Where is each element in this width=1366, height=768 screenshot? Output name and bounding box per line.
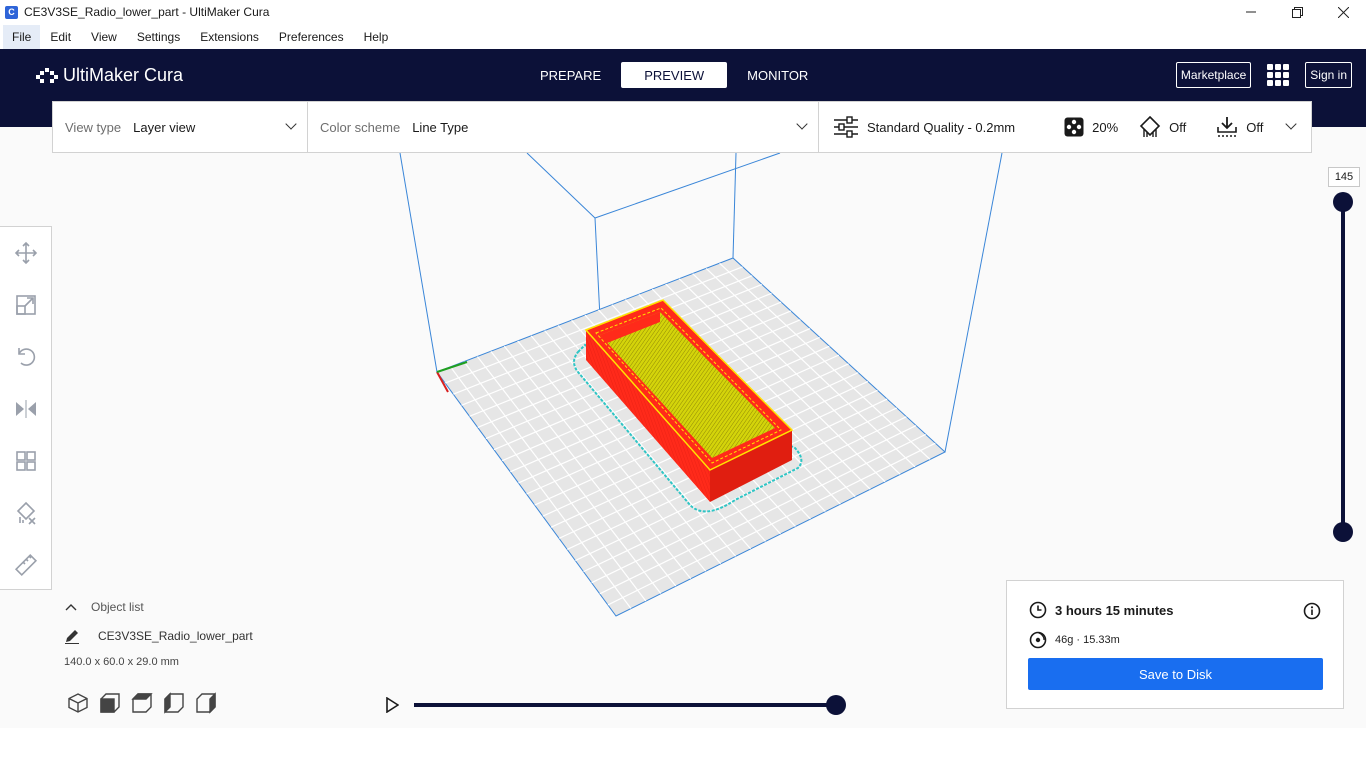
- 3d-view-icon: [68, 693, 88, 713]
- chevron-up-icon: [65, 604, 77, 611]
- top-view-button[interactable]: [128, 690, 156, 716]
- menu-help[interactable]: Help: [354, 25, 399, 49]
- marketplace-button[interactable]: Marketplace: [1175, 62, 1252, 88]
- top-view-icon: [131, 693, 153, 713]
- color-scheme-dropdown[interactable]: Color scheme Line Type: [308, 102, 819, 152]
- per-model-settings-button[interactable]: [0, 435, 52, 487]
- pencil-icon[interactable]: [64, 628, 80, 644]
- object-dimensions: 140.0 x 60.0 x 29.0 mm: [64, 656, 179, 668]
- view-type-label: View type: [65, 119, 122, 135]
- left-view-icon: [164, 692, 184, 714]
- measure-tool-button[interactable]: [0, 539, 52, 591]
- rotate-icon: [18, 348, 36, 366]
- ultimaker-logo: UltiMaker Cura: [36, 65, 183, 86]
- view-type-dropdown[interactable]: View type Layer view: [53, 102, 308, 152]
- restore-button[interactable]: [1274, 0, 1320, 24]
- right-view-button[interactable]: [192, 690, 220, 716]
- cura-app-icon: C: [5, 5, 18, 19]
- simulation-handle[interactable]: [826, 695, 846, 715]
- mirror-tool-button[interactable]: [0, 383, 52, 435]
- app-name: UltiMaker Cura: [63, 65, 184, 85]
- tab-monitor[interactable]: MONITOR: [727, 62, 828, 88]
- scale-icon: [16, 295, 36, 315]
- chevron-down-icon: [1285, 118, 1297, 130]
- front-view-button[interactable]: [96, 690, 124, 716]
- apps-grid-icon[interactable]: [1267, 64, 1290, 86]
- object-list-panel: Object list CE3V3SE_Radio_lower_part 140…: [64, 600, 253, 668]
- tool-sidebar: [0, 226, 52, 590]
- simulation-bar: [380, 692, 850, 718]
- right-view-icon: [196, 692, 216, 714]
- infill-icon: [1064, 117, 1084, 137]
- tab-preview[interactable]: PREVIEW: [621, 62, 728, 88]
- print-settings-selector[interactable]: Standard Quality - 0.2mm 20% Off Off: [819, 102, 1311, 152]
- camera-view-buttons: [64, 690, 224, 716]
- left-view-button[interactable]: [160, 690, 188, 716]
- move-tool-button[interactable]: [0, 227, 52, 279]
- object-name: CE3V3SE_Radio_lower_part: [98, 629, 253, 643]
- menu-edit[interactable]: Edit: [40, 25, 81, 49]
- chevron-down-icon: [285, 118, 297, 130]
- layer-upper-handle[interactable]: [1333, 192, 1353, 212]
- view-settings-bar: View type Layer view Color scheme Line T…: [52, 101, 1312, 153]
- info-icon[interactable]: [1303, 602, 1321, 620]
- adhesion-value: Off: [1246, 119, 1264, 135]
- support-blocker-button[interactable]: [0, 487, 52, 539]
- window-title-bar: C CE3V3SE_Radio_lower_part - UltiMaker C…: [0, 0, 1366, 24]
- close-icon: [1337, 6, 1349, 18]
- object-list-item[interactable]: CE3V3SE_Radio_lower_part: [64, 628, 253, 644]
- tab-prepare[interactable]: PREPARE: [520, 62, 621, 88]
- adhesion-icon: [1217, 117, 1238, 137]
- ruler-icon: [14, 553, 38, 577]
- per-model-settings-icon: [16, 451, 36, 471]
- menu-bar: File Edit View Settings Extensions Prefe…: [0, 25, 1366, 49]
- close-button[interactable]: [1320, 0, 1366, 24]
- spool-icon: [1029, 631, 1047, 649]
- layer-slider[interactable]: 145: [1326, 166, 1360, 546]
- material-usage: 46g · 15.33m: [1055, 634, 1120, 646]
- menu-extensions[interactable]: Extensions: [190, 25, 269, 49]
- window-title: CE3V3SE_Radio_lower_part - UltiMaker Cur…: [24, 5, 270, 19]
- print-time: 3 hours 15 minutes: [1055, 602, 1174, 618]
- print-output-panel: 3 hours 15 minutes 46g · 15.33m Save to …: [1006, 580, 1344, 709]
- profile-name: Standard Quality - 0.2mm: [867, 119, 1016, 135]
- save-to-disk-button[interactable]: Save to Disk: [1028, 658, 1323, 690]
- support-icon: [1140, 116, 1161, 137]
- support-blocker-icon: [16, 501, 36, 525]
- restore-icon: [1291, 6, 1303, 18]
- 3d-view-button[interactable]: [64, 690, 92, 716]
- layer-lower-handle[interactable]: [1333, 522, 1353, 542]
- view-type-value: Layer view: [133, 119, 196, 135]
- layer-number-field[interactable]: 145: [1328, 167, 1360, 187]
- layer-slider-track[interactable]: [1341, 202, 1345, 532]
- scale-tool-button[interactable]: [0, 279, 52, 331]
- menu-settings[interactable]: Settings: [127, 25, 190, 49]
- color-scheme-value: Line Type: [412, 119, 469, 135]
- minimize-button[interactable]: [1228, 0, 1274, 24]
- object-list-toggle[interactable]: Object list: [64, 600, 253, 614]
- infill-value: 20%: [1092, 119, 1119, 135]
- menu-preferences[interactable]: Preferences: [269, 25, 354, 49]
- support-value: Off: [1169, 119, 1187, 135]
- color-scheme-label: Color scheme: [320, 119, 401, 135]
- menu-file[interactable]: File: [3, 25, 41, 49]
- rotate-tool-button[interactable]: [0, 331, 52, 383]
- mirror-icon: [16, 400, 36, 418]
- simulation-track[interactable]: [414, 703, 836, 707]
- object-list-title: Object list: [91, 600, 144, 614]
- sign-in-button[interactable]: Sign in: [1305, 62, 1352, 88]
- chevron-down-icon: [796, 118, 808, 130]
- play-icon[interactable]: [385, 697, 399, 713]
- move-icon: [14, 241, 38, 265]
- minimize-icon: [1246, 11, 1256, 13]
- clock-icon: [1029, 601, 1047, 619]
- menu-view[interactable]: View: [81, 25, 127, 49]
- sliders-icon: [834, 116, 858, 138]
- front-view-icon: [100, 693, 120, 713]
- ultimaker-logo-icon: [36, 67, 58, 83]
